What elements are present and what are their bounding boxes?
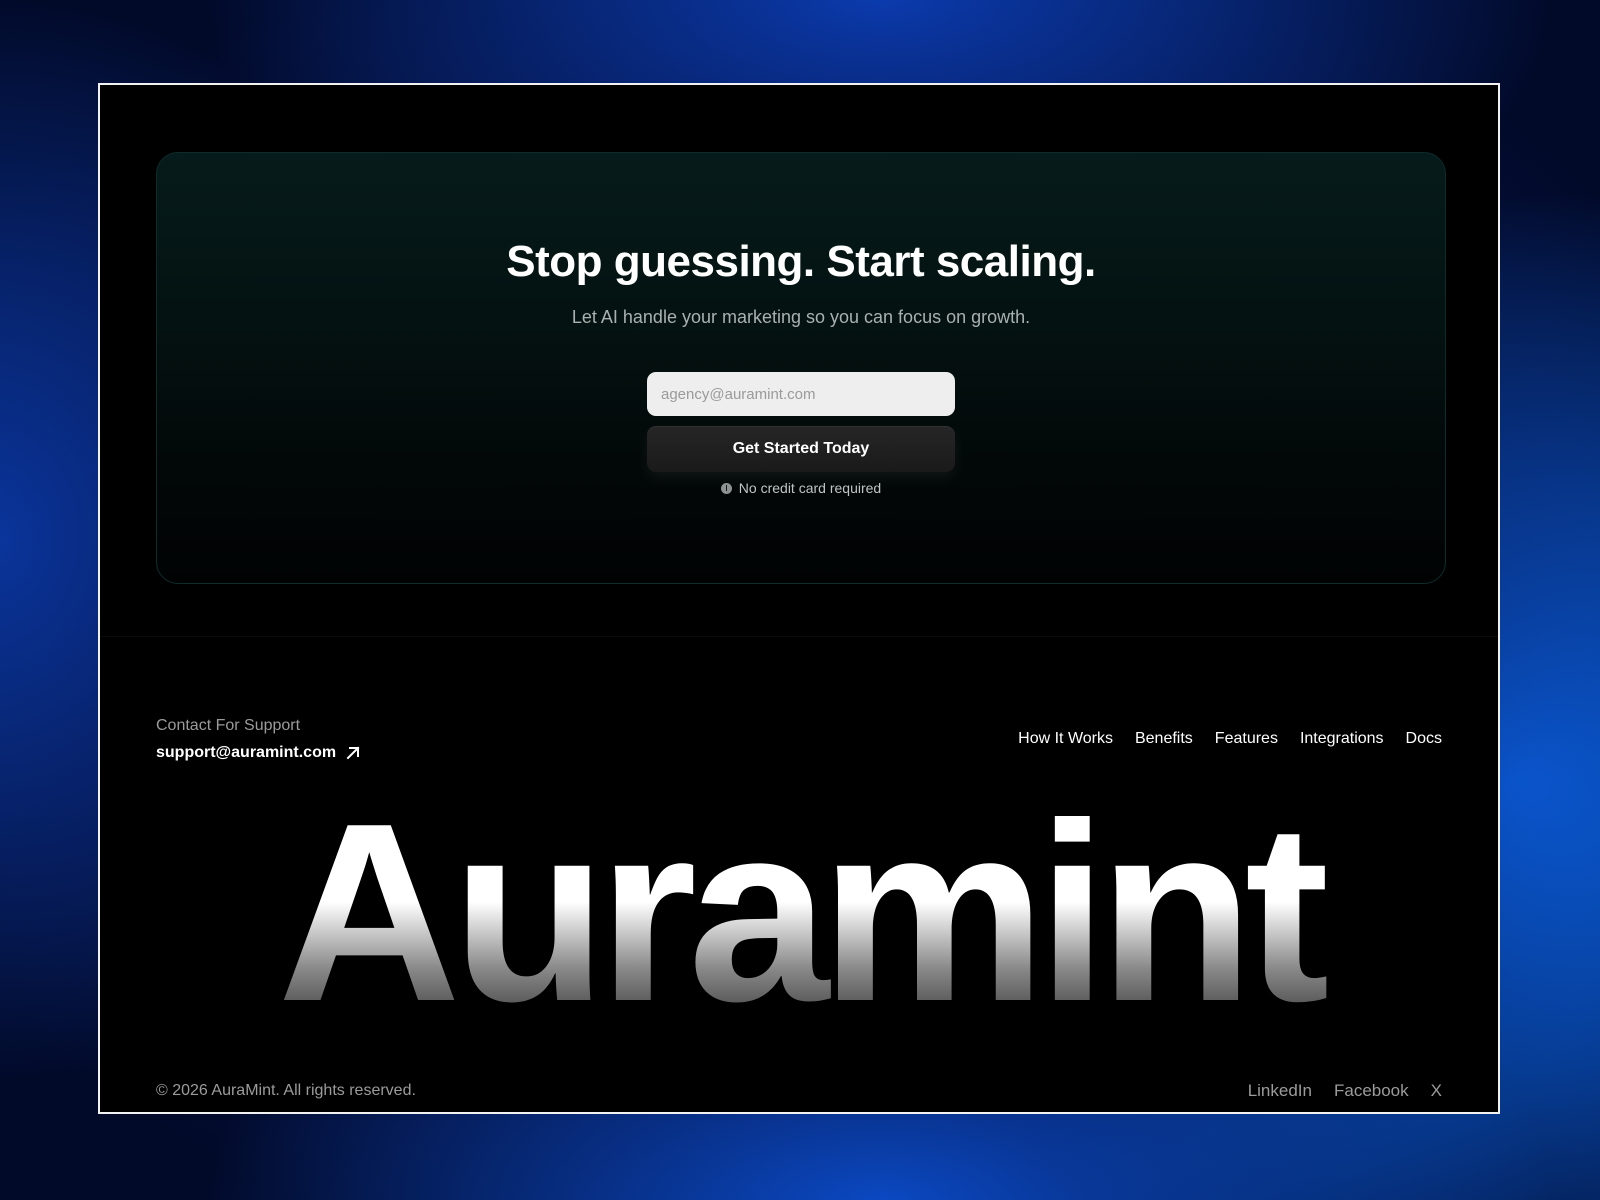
- brand-wordmark: Auramint: [100, 785, 1498, 1039]
- social-x[interactable]: X: [1431, 1081, 1442, 1101]
- social-linkedin[interactable]: LinkedIn: [1248, 1081, 1312, 1101]
- page-frame: Stop guessing. Start scaling. Let AI han…: [98, 83, 1500, 1114]
- footer-nav-how-it-works[interactable]: How It Works: [1018, 730, 1113, 748]
- no-credit-card-note: No credit card required: [157, 480, 1445, 496]
- cta-title: Stop guessing. Start scaling.: [506, 237, 1096, 286]
- social-facebook[interactable]: Facebook: [1334, 1081, 1409, 1101]
- footer-nav-docs[interactable]: Docs: [1406, 730, 1442, 748]
- arrow-up-right-icon: [346, 746, 360, 760]
- cta-subtitle: Let AI handle your marketing so you can …: [571, 307, 1031, 327]
- cta-card: Stop guessing. Start scaling. Let AI han…: [156, 152, 1446, 584]
- get-started-button[interactable]: Get Started Today: [647, 426, 955, 472]
- footer-nav-benefits[interactable]: Benefits: [1135, 730, 1193, 748]
- support-email-link[interactable]: support@auramint.com: [156, 744, 360, 762]
- social-links: LinkedIn Facebook X: [1248, 1081, 1442, 1101]
- copyright-text: © 2026 AuraMint. All rights reserved.: [156, 1082, 416, 1099]
- footer-nav-features[interactable]: Features: [1215, 730, 1278, 748]
- footer-nav-integrations[interactable]: Integrations: [1300, 730, 1384, 748]
- contact-label: Contact For Support: [156, 717, 301, 734]
- footer-divider: [100, 636, 1498, 637]
- footer-nav: How It Works Benefits Features Integrati…: [1018, 730, 1442, 748]
- support-email-text: support@auramint.com: [156, 744, 337, 761]
- email-input[interactable]: [647, 372, 955, 416]
- note-text: No credit card required: [738, 480, 882, 496]
- info-icon: [720, 482, 732, 494]
